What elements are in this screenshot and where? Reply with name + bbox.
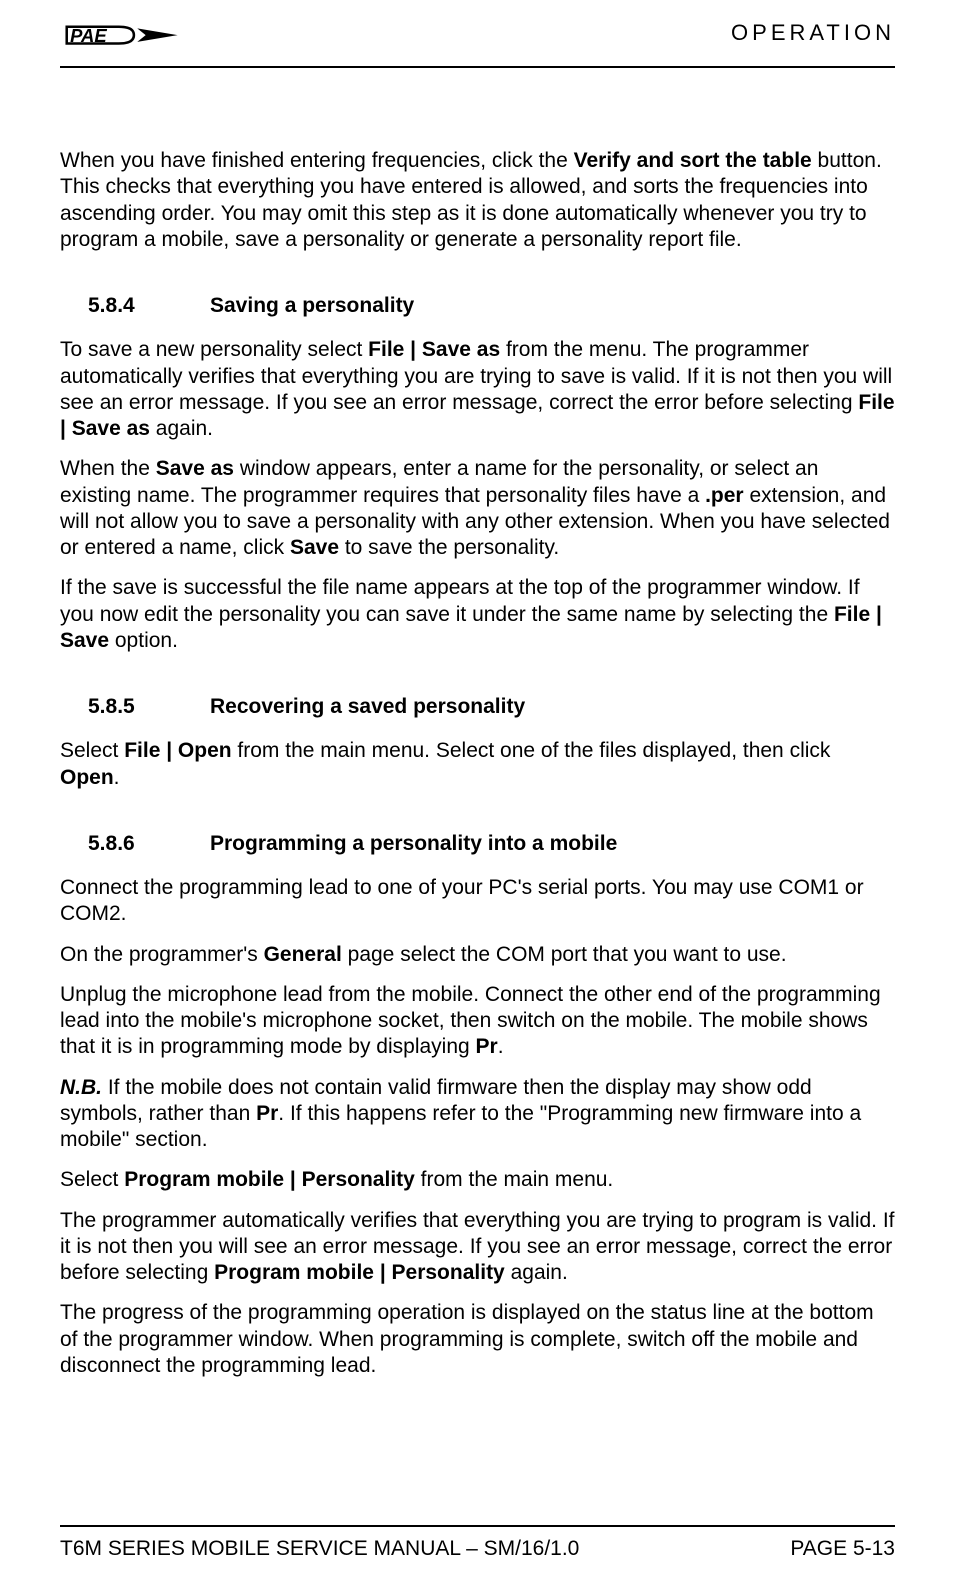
- body-paragraph: Select Program mobile | Personality from…: [60, 1167, 895, 1193]
- intro-paragraph: When you have finished entering frequenc…: [60, 148, 895, 253]
- section-heading: 5.8.4 Saving a personality: [88, 293, 895, 319]
- body-paragraph: The programmer automatically verifies th…: [60, 1208, 895, 1287]
- body-paragraph: On the programmer's General page select …: [60, 942, 895, 968]
- page-footer: T6M SERIES MOBILE SERVICE MANUAL – SM/16…: [60, 1525, 895, 1561]
- section-number: 5.8.4: [88, 293, 160, 319]
- section-number: 5.8.5: [88, 694, 160, 720]
- body-paragraph: The progress of the programming operatio…: [60, 1300, 895, 1379]
- section-heading: 5.8.6 Programming a personality into a mo…: [88, 831, 895, 857]
- body-paragraph: If the save is successful the file name …: [60, 575, 895, 654]
- section-title: Programming a personality into a mobile: [210, 831, 617, 857]
- body-paragraph: Connect the programming lead to one of y…: [60, 875, 895, 928]
- body-paragraph: N.B. If the mobile does not contain vali…: [60, 1075, 895, 1154]
- body-paragraph: When the Save as window appears, enter a…: [60, 456, 895, 561]
- body-paragraph: Select File | Open from the main menu. S…: [60, 738, 895, 791]
- body-paragraph: To save a new personality select File | …: [60, 337, 895, 442]
- section-title: Recovering a saved personality: [210, 694, 525, 720]
- page-header: PAE OPERATION: [60, 20, 895, 68]
- header-title: OPERATION: [731, 20, 895, 46]
- pae-logo: PAE: [60, 20, 194, 62]
- section-title: Saving a personality: [210, 293, 414, 319]
- section-heading: 5.8.5 Recovering a saved personality: [88, 694, 895, 720]
- footer-right: PAGE 5-13: [790, 1537, 895, 1561]
- section-number: 5.8.6: [88, 831, 160, 857]
- document-body: When you have finished entering frequenc…: [60, 148, 895, 1379]
- footer-left: T6M SERIES MOBILE SERVICE MANUAL – SM/16…: [60, 1537, 579, 1561]
- svg-text:PAE: PAE: [70, 25, 107, 46]
- body-paragraph: Unplug the microphone lead from the mobi…: [60, 982, 895, 1061]
